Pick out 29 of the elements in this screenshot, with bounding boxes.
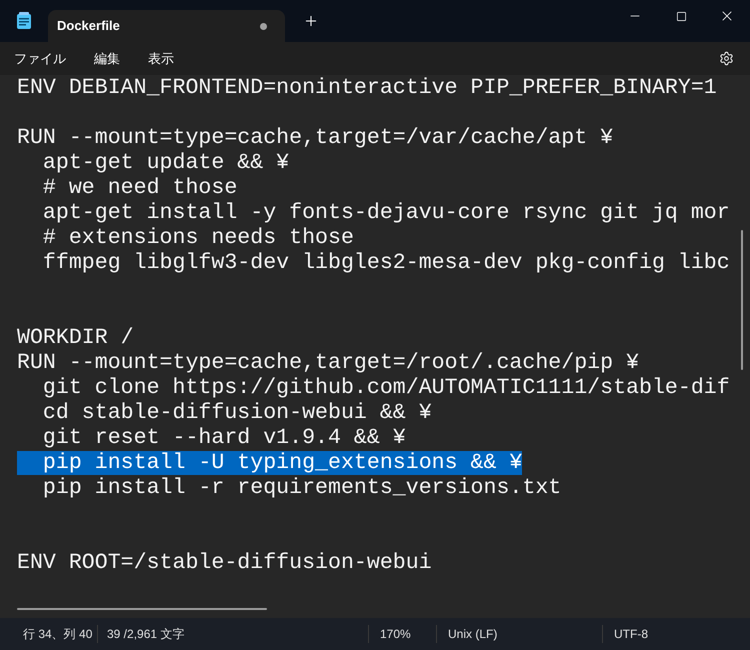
notepad-icon bbox=[16, 12, 32, 30]
code-line: WORKDIR / bbox=[17, 326, 134, 350]
code-line: ffmpeg libglfw3-dev libgles2-mesa-dev pkg-config libc bbox=[42, 251, 730, 275]
code-line: RUN --mount=type=cache,target=/var/cache/apt ¥ bbox=[17, 126, 614, 150]
code-line: ENV DEBIAN_FRONTEND=noninteractive PIP_PREFER_BINARY=1 bbox=[17, 76, 717, 100]
horizontal-scrollbar[interactable] bbox=[17, 608, 267, 610]
code-line: apt-get install -y fonts-dejavu-core rsync git jq mor bbox=[42, 201, 730, 225]
cursor-position: 行 34、列 40 bbox=[22, 626, 94, 643]
maximize-icon[interactable] bbox=[676, 10, 686, 22]
file-tab[interactable]: Dockerfile bbox=[48, 10, 285, 42]
code-line: git clone https://github.com/AUTOMATIC1111/stable-dif bbox=[42, 376, 730, 400]
code-line: cd stable-diffusion-webui && ¥ bbox=[42, 401, 432, 425]
menu-item[interactable]: 表示 bbox=[148, 48, 174, 68]
code-line: # we need those bbox=[42, 176, 238, 200]
vertical-scrollbar[interactable] bbox=[741, 230, 743, 370]
code-line: pip install -r requirements_versions.txt bbox=[42, 476, 562, 500]
menu-item[interactable]: ファイル bbox=[14, 48, 66, 68]
menu-item[interactable]: 編集 bbox=[94, 48, 120, 68]
new-tab-icon[interactable] bbox=[303, 13, 319, 29]
zoom-level: 170% bbox=[368, 625, 436, 643]
code-line: # extensions needs those bbox=[42, 226, 354, 250]
settings-icon[interactable] bbox=[719, 51, 734, 66]
line-ending: Unix (LF) bbox=[436, 625, 602, 643]
code-line: git reset --hard v1.9.4 && ¥ bbox=[42, 426, 406, 450]
code-line: apt-get update && ¥ bbox=[42, 151, 290, 175]
character-count: 39 /2,961 文字 bbox=[97, 625, 368, 643]
code-line: ENV ROOT=/stable-diffusion-webui bbox=[17, 551, 432, 575]
code-line: RUN --mount=type=cache,target=/root/.cache/pip ¥ bbox=[17, 351, 640, 375]
encoding: UTF-8 bbox=[602, 625, 648, 643]
